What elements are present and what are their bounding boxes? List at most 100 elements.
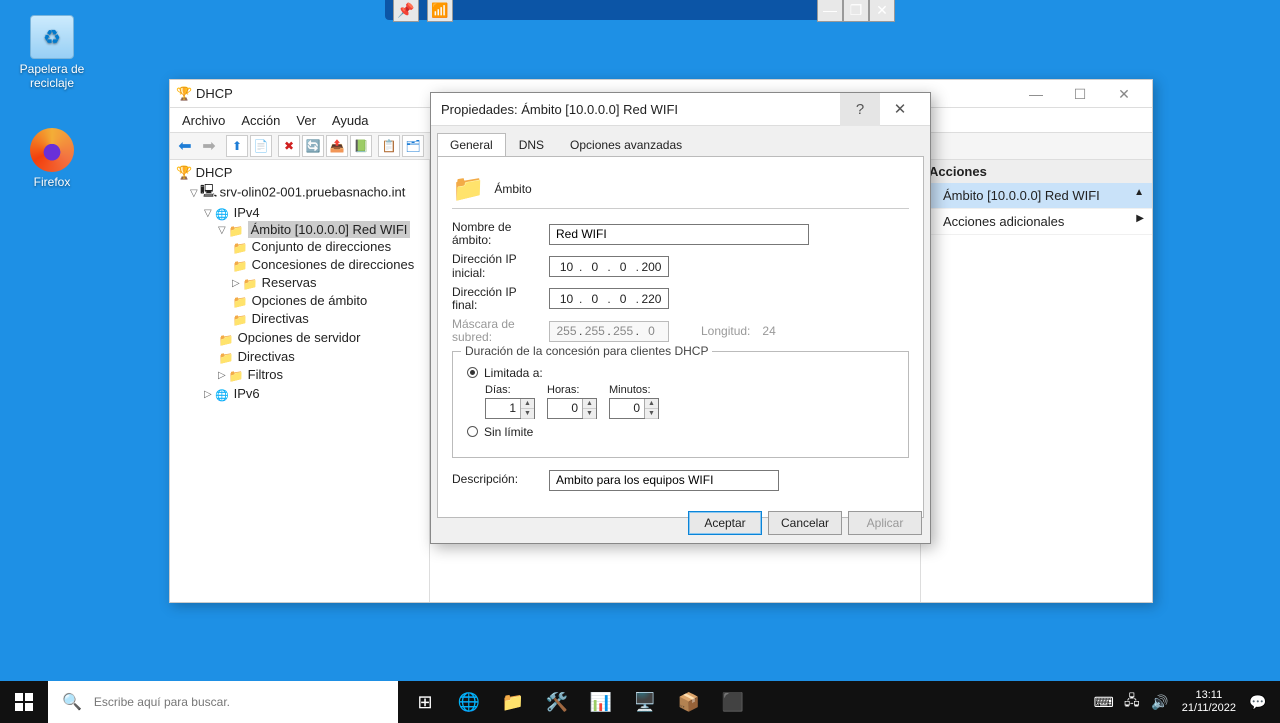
dialog-titlebar: Propiedades: Ámbito [10.0.0.0] Red WIFI … — [431, 93, 930, 126]
radio-unlimited[interactable]: Sin límite — [467, 425, 894, 439]
name-label: Nombre de ámbito: — [452, 221, 537, 247]
radio-on-icon — [467, 367, 478, 378]
ipend-label: Dirección IP final: — [452, 286, 537, 312]
connbar-close[interactable]: ✕ — [869, 0, 895, 22]
dialog-title: Propiedades: Ámbito [10.0.0.0] Red WIFI — [441, 102, 840, 117]
tree-reserv[interactable]: ▷ Reservas — [232, 274, 423, 292]
ip-start-input[interactable]: 10. 0. 0. 200 — [549, 256, 669, 277]
explorer-icon[interactable]: 📁 — [492, 681, 534, 723]
tb-up-icon[interactable]: ⬆ — [226, 135, 248, 157]
tb-export-icon[interactable]: 📤 — [326, 135, 348, 157]
folder-icon: 📁 — [452, 173, 484, 204]
firefox-icon[interactable]: Firefox — [18, 128, 86, 189]
tab-advanced[interactable]: Opciones avanzadas — [557, 133, 695, 157]
tab-dns[interactable]: DNS — [506, 133, 557, 157]
scope-name-input[interactable] — [549, 224, 809, 245]
tree-filters[interactable]: ▷ Filtros — [218, 366, 423, 384]
tree-policies[interactable]: Directivas — [232, 310, 423, 328]
minutes-spinner[interactable]: 0 ▲▼ — [609, 398, 659, 419]
tree-ipv6[interactable]: ▷ IPv6 — [204, 385, 423, 403]
dialog-close-button[interactable]: ✕ — [880, 93, 920, 126]
mmc-close-button[interactable]: ✕ — [1102, 80, 1146, 108]
menu-ayuda[interactable]: Ayuda — [324, 111, 377, 130]
connbar-restore[interactable]: ❐ — [843, 0, 869, 22]
actions-scope-row[interactable]: Ámbito [10.0.0.0] Red WIFI▲ — [921, 183, 1152, 209]
apply-button[interactable]: Aplicar — [848, 511, 922, 535]
signal-icon: 📶 — [427, 0, 453, 22]
tb-refresh-icon[interactable]: 🔄 — [302, 135, 324, 157]
tree-scope[interactable]: ▽ Ámbito [10.0.0.0] Red WIFI Conjunto de… — [218, 221, 423, 329]
tray-network-icon[interactable]: 🖧 — [1118, 690, 1146, 714]
mmc-actions-pane: Acciones Ámbito [10.0.0.0] Red WIFI▲ Acc… — [920, 160, 1152, 602]
search-placeholder: Escribe aquí para buscar. — [94, 695, 230, 709]
minutes-label: Minutos: — [609, 384, 659, 396]
section-title: Ámbito — [494, 182, 531, 196]
dialog-tabs: General DNS Opciones avanzadas — [431, 126, 930, 156]
taskbar-search[interactable]: 🔍 Escribe aquí para buscar. — [48, 681, 398, 723]
tray-input-icon[interactable]: ⌨ — [1090, 694, 1118, 711]
cancel-button[interactable]: Cancelar — [768, 511, 842, 535]
tb-extra2-icon[interactable]: 🗂 — [402, 135, 424, 157]
menu-archivo[interactable]: Archivo — [174, 111, 233, 130]
tree-server[interactable]: ▽ srv-olin02-001.pruebasnacho.int ▽ IPv4… — [190, 181, 423, 404]
tab-general[interactable]: General — [437, 133, 506, 157]
app6-icon[interactable]: 📦 — [668, 681, 710, 723]
desc-label: Descripción: — [452, 473, 537, 486]
search-icon: 🔍 — [62, 692, 82, 712]
tb-extra1-icon[interactable]: 📋 — [378, 135, 400, 157]
nav-forward-button[interactable]: ➡ — [198, 135, 220, 157]
collapse-icon[interactable]: ▲ — [1134, 187, 1144, 198]
rdp-connection-bar: 📌 📶 — ❐ ✕ — [385, 0, 895, 20]
dialog-help-button[interactable]: ? — [840, 93, 880, 126]
lease-legend: Duración de la concesión para clientes D… — [461, 344, 712, 358]
tree-pool[interactable]: Conjunto de direcciones — [232, 238, 423, 256]
radio-off-icon — [467, 426, 478, 437]
tree-leases[interactable]: Concesiones de direcciones — [232, 256, 423, 274]
mmc-tree: DHCP ▽ srv-olin02-001.pruebasnacho.int ▽… — [170, 160, 430, 602]
length-label: Longitud: — [701, 324, 750, 338]
actions-more-row[interactable]: Acciones adicionales▶ — [921, 209, 1152, 235]
server-manager-icon[interactable]: 🛠️ — [536, 681, 578, 723]
ok-button[interactable]: Aceptar — [688, 511, 762, 535]
tray-notifications-icon[interactable]: 💬 — [1244, 694, 1272, 711]
recycle-bin-icon[interactable]: Papelera de reciclaje — [18, 15, 86, 90]
dhcp-app-icon — [176, 86, 192, 102]
task-view-icon[interactable]: ⊞ — [404, 681, 446, 723]
nav-back-button[interactable]: ⬅ — [174, 135, 196, 157]
days-spinner[interactable]: 1 ▲▼ — [485, 398, 535, 419]
start-button[interactable] — [0, 681, 48, 723]
tb-delete-icon[interactable]: ✖ — [278, 135, 300, 157]
tree-srvopts[interactable]: Opciones de servidor — [218, 329, 423, 347]
mask-label: Máscara de subred: — [452, 318, 537, 344]
tb-props-icon[interactable]: 📄 — [250, 135, 272, 157]
radio-limited[interactable]: Limitada a: — [467, 366, 894, 380]
connbar-minimize[interactable]: — — [817, 0, 843, 22]
pin-icon[interactable]: 📌 — [393, 0, 419, 22]
mask-input: 255. 255. 255. 0 — [549, 321, 669, 342]
app5-icon[interactable]: 🖥️ — [624, 681, 666, 723]
tree-ipv4[interactable]: ▽ IPv4 ▽ Ámbito [10.0.0.0] Red WIFI Conj… — [204, 204, 423, 385]
firefox-label: Firefox — [18, 175, 86, 189]
app4-icon[interactable]: 📊 — [580, 681, 622, 723]
mmc-minimize-button[interactable]: — — [1014, 80, 1058, 108]
tree-root[interactable]: DHCP ▽ srv-olin02-001.pruebasnacho.int ▽… — [176, 164, 423, 405]
hours-spinner[interactable]: 0 ▲▼ — [547, 398, 597, 419]
expand-icon[interactable]: ▶ — [1136, 213, 1144, 224]
scope-properties-dialog: Propiedades: Ámbito [10.0.0.0] Red WIFI … — [430, 92, 931, 544]
edge-icon[interactable]: 🌐 — [448, 681, 490, 723]
lease-duration-group: Duración de la concesión para clientes D… — [452, 351, 909, 458]
ip-end-input[interactable]: 10. 0. 0. 220 — [549, 288, 669, 309]
tray-sound-icon[interactable]: 🔊 — [1146, 694, 1174, 711]
mmc-maximize-button[interactable]: ☐ — [1058, 80, 1102, 108]
recycle-bin-label: Papelera de reciclaje — [18, 62, 86, 90]
cmd-icon[interactable]: ⬛ — [712, 681, 754, 723]
menu-accion[interactable]: Acción — [233, 111, 288, 130]
description-input[interactable] — [549, 470, 779, 491]
tb-help-icon[interactable]: 📗 — [350, 135, 372, 157]
tree-policies2[interactable]: Directivas — [218, 348, 423, 366]
hours-label: Horas: — [547, 384, 597, 396]
length-value: 24 — [762, 324, 775, 338]
taskbar-clock[interactable]: 13:11 21/11/2022 — [1174, 689, 1244, 714]
menu-ver[interactable]: Ver — [288, 111, 324, 130]
tree-scope-opts[interactable]: Opciones de ámbito — [232, 292, 423, 310]
